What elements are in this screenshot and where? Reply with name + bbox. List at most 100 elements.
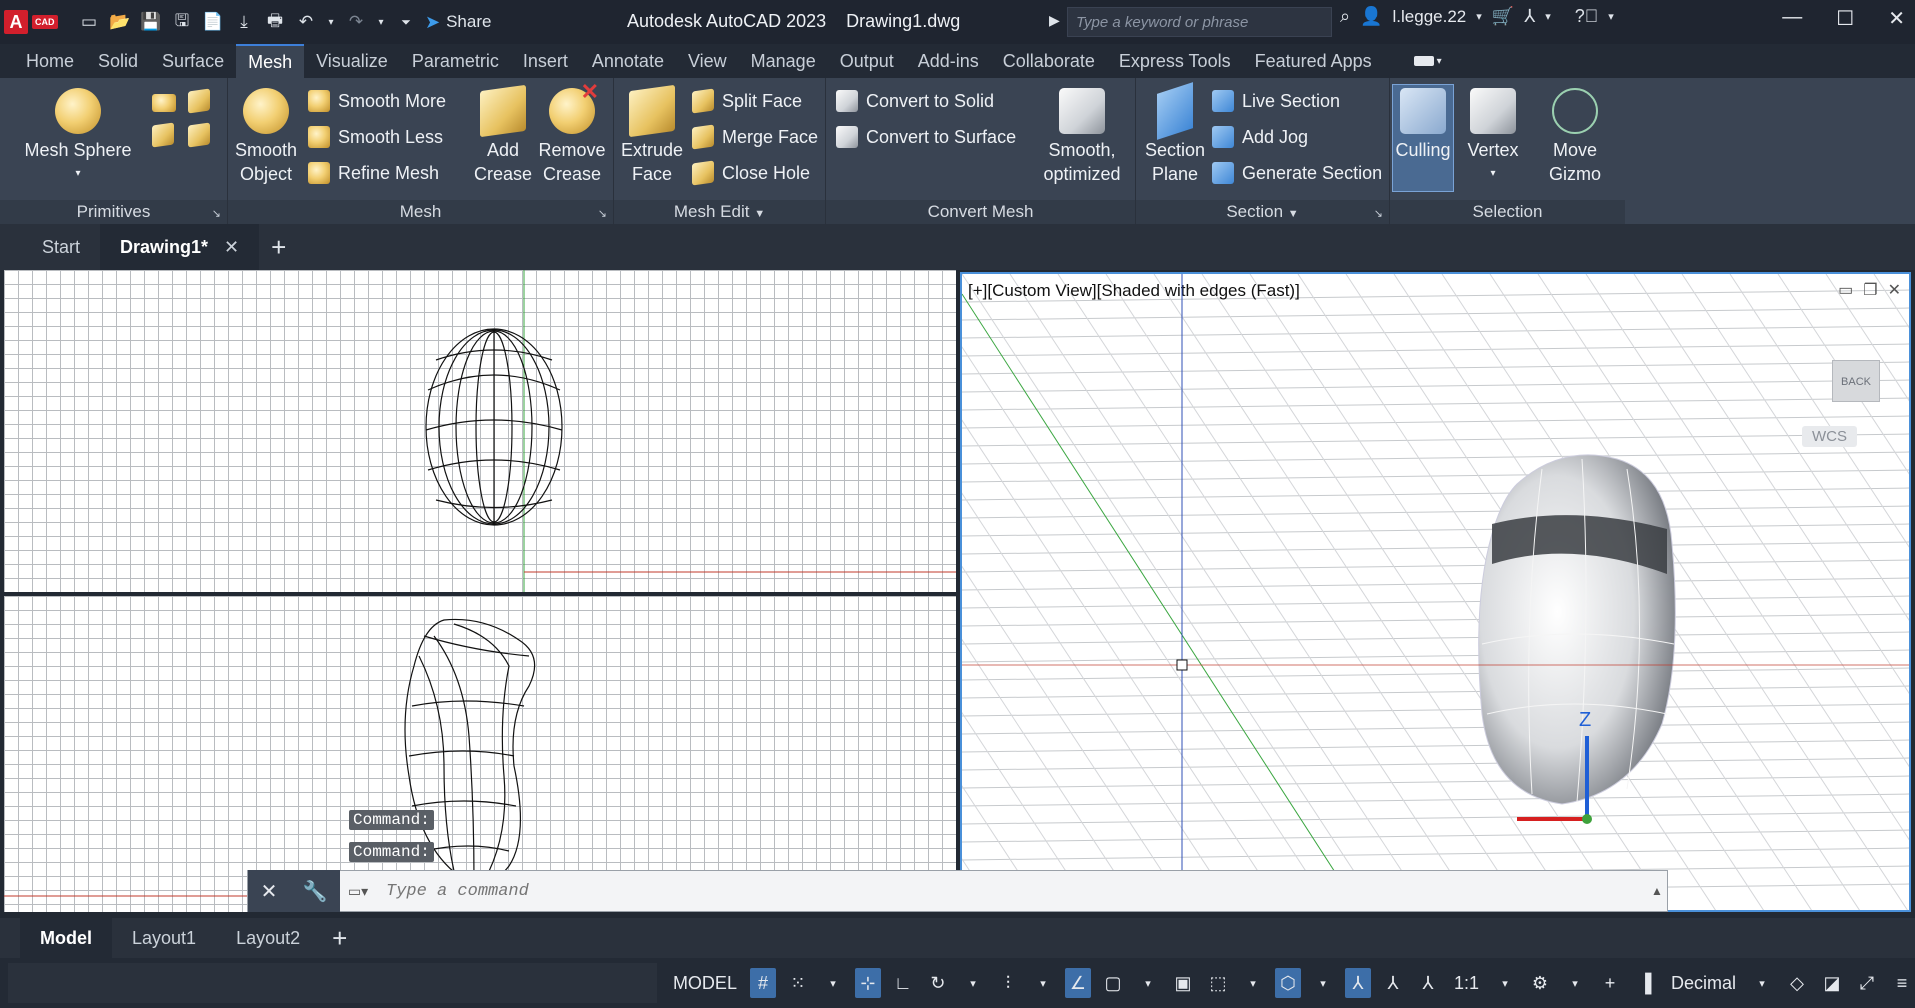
- polar-tracking-icon[interactable]: ↻: [925, 968, 951, 998]
- tab-drawing1[interactable]: Drawing1* ✕: [100, 224, 260, 270]
- generate-section-button[interactable]: Generate Section: [1212, 160, 1382, 186]
- quick-properties-icon[interactable]: ◇: [1784, 968, 1810, 998]
- ortho-icon[interactable]: ∟: [890, 968, 916, 998]
- convert-to-solid-button[interactable]: Convert to Solid: [836, 88, 994, 114]
- save-web-icon[interactable]: ⤓: [233, 11, 255, 33]
- selection-cycling-icon[interactable]: ⬚: [1205, 968, 1231, 998]
- live-section-button[interactable]: Live Section: [1212, 88, 1340, 114]
- culling-button[interactable]: Culling: [1394, 88, 1452, 162]
- tab-home[interactable]: Home: [14, 44, 86, 78]
- new-file-icon[interactable]: ▭: [78, 11, 100, 33]
- dynamic-input-icon[interactable]: ⊹: [854, 968, 881, 998]
- tab-model[interactable]: Model: [20, 918, 112, 958]
- help-dropdown-icon[interactable]: ▾: [1608, 10, 1614, 23]
- tab-start[interactable]: Start: [22, 224, 100, 270]
- remove-crease-button[interactable]: ✕ Remove Crease: [536, 80, 608, 186]
- undo-icon[interactable]: ↶: [295, 11, 317, 33]
- tab-featured-apps[interactable]: Featured Apps: [1243, 44, 1384, 78]
- selection-dropdown-icon[interactable]: ▾: [1240, 968, 1266, 998]
- tab-surface[interactable]: Surface: [150, 44, 236, 78]
- redo-icon[interactable]: ↷: [345, 11, 367, 33]
- search-input[interactable]: Type a keyword or phrase: [1067, 7, 1332, 37]
- refine-mesh-button[interactable]: Refine Mesh: [308, 160, 439, 186]
- mesh-box-button[interactable]: [152, 90, 176, 116]
- gizmo-icon[interactable]: ⬡: [1274, 968, 1301, 998]
- open-web-icon[interactable]: 📄: [202, 11, 224, 33]
- units-icon[interactable]: ▐: [1632, 968, 1658, 998]
- primitives-launcher-icon[interactable]: ↘: [212, 207, 221, 220]
- tab-collaborate[interactable]: Collaborate: [991, 44, 1107, 78]
- annotation-scale-icon[interactable]: ⅄: [1415, 968, 1441, 998]
- mesh-sphere-button[interactable]: Mesh Sphere ▾: [18, 88, 138, 186]
- smooth-optimized-button[interactable]: Smooth, optimized: [1034, 88, 1130, 186]
- cart-icon[interactable]: 🛒: [1492, 6, 1514, 27]
- command-prompt-icon[interactable]: ▭▾: [340, 883, 376, 900]
- search-icon[interactable]: ⌕: [1340, 6, 1350, 27]
- close-icon[interactable]: ✕: [1888, 6, 1905, 31]
- minimize-icon[interactable]: —: [1782, 6, 1802, 31]
- viewport-right-3d[interactable]: [+][Custom View][Shaded with edges (Fast…: [960, 272, 1911, 912]
- add-crease-button[interactable]: Add Crease: [472, 84, 534, 186]
- tab-layout1[interactable]: Layout1: [112, 918, 216, 958]
- command-input[interactable]: [386, 881, 1647, 901]
- search-expand-icon[interactable]: ▶: [1049, 12, 1060, 29]
- redo-dropdown-icon[interactable]: ▾: [376, 11, 386, 33]
- tab-express-tools[interactable]: Express Tools: [1107, 44, 1243, 78]
- graphics-performance-icon[interactable]: ◪: [1819, 968, 1845, 998]
- merge-face-button[interactable]: Merge Face: [692, 124, 818, 150]
- save-as-icon[interactable]: 🖫: [171, 11, 193, 33]
- object-snap-tracking-icon[interactable]: ∠: [1064, 968, 1091, 998]
- tab-output[interactable]: Output: [828, 44, 906, 78]
- annotation-monitor-icon[interactable]: +: [1597, 968, 1623, 998]
- convert-to-surface-button[interactable]: Convert to Surface: [836, 124, 1016, 150]
- username[interactable]: l.legge.22: [1393, 7, 1467, 27]
- tab-layout2[interactable]: Layout2: [216, 918, 320, 958]
- tab-insert[interactable]: Insert: [511, 44, 580, 78]
- section-plane-button[interactable]: Section Plane: [1140, 82, 1210, 186]
- close-hole-button[interactable]: Close Hole: [692, 160, 810, 186]
- split-face-button[interactable]: Split Face: [692, 88, 802, 114]
- smooth-more-button[interactable]: Smooth More: [308, 88, 446, 114]
- isodraft-dropdown-icon[interactable]: ▾: [1030, 968, 1056, 998]
- smooth-less-button[interactable]: Smooth Less: [308, 124, 443, 150]
- panel-label-mesh-edit[interactable]: Mesh Edit ▼: [614, 200, 825, 224]
- snap-icon[interactable]: ⁙: [785, 968, 811, 998]
- plot-icon[interactable]: 🖶: [264, 11, 286, 33]
- tab-visualize[interactable]: Visualize: [304, 44, 400, 78]
- section-launcher-icon[interactable]: ↘: [1374, 207, 1383, 220]
- model-space-button[interactable]: MODEL: [669, 968, 741, 998]
- ribbon-display-toggle[interactable]: ▾: [1413, 52, 1450, 70]
- scale-selector[interactable]: 1:1: [1450, 968, 1483, 998]
- edgesurf-button[interactable]: [188, 122, 210, 148]
- save-icon[interactable]: 💾: [140, 11, 162, 33]
- extrude-face-button[interactable]: Extrude Face: [618, 84, 686, 186]
- mesh-launcher-icon[interactable]: ↘: [598, 207, 607, 220]
- maximize-icon[interactable]: ☐: [1836, 6, 1854, 31]
- command-customize-icon[interactable]: 🔧: [303, 879, 328, 904]
- object-snap-icon[interactable]: ▢: [1100, 968, 1126, 998]
- command-history-toggle-icon[interactable]: ▲: [1647, 884, 1667, 898]
- open-folder-icon[interactable]: 📂: [109, 11, 131, 33]
- new-tab-icon[interactable]: +: [271, 232, 286, 263]
- scale-dropdown-icon[interactable]: ▾: [1492, 968, 1518, 998]
- undo-dropdown-icon[interactable]: ▾: [326, 11, 336, 33]
- viewport-top-left[interactable]: [4, 270, 956, 592]
- tab-add-ins[interactable]: Add-ins: [906, 44, 991, 78]
- user-dropdown-icon[interactable]: ▾: [1476, 10, 1482, 23]
- units-dropdown-icon[interactable]: ▾: [1749, 968, 1775, 998]
- smooth-object-button[interactable]: Smooth Object: [230, 88, 302, 186]
- autocad-logo[interactable]: A CAD: [4, 5, 68, 39]
- tab-mesh[interactable]: Mesh: [236, 44, 305, 78]
- tab-manage[interactable]: Manage: [739, 44, 828, 78]
- workspace-gear-icon[interactable]: ⚙: [1527, 968, 1553, 998]
- auto-scale-icon[interactable]: ⅄: [1380, 968, 1406, 998]
- panel-label-section[interactable]: Section ▼: [1136, 200, 1389, 224]
- gizmo-dropdown-icon[interactable]: ▾: [1310, 968, 1336, 998]
- grid-icon[interactable]: #: [749, 968, 776, 998]
- add-jog-button[interactable]: Add Jog: [1212, 124, 1308, 150]
- app-dropdown-icon[interactable]: ▾: [1545, 10, 1551, 23]
- object-snap-dropdown-icon[interactable]: ▾: [1135, 968, 1161, 998]
- command-close-icon[interactable]: ✕: [261, 879, 278, 904]
- user-icon[interactable]: 👤: [1360, 6, 1382, 27]
- customization-menu-icon[interactable]: ≡: [1889, 968, 1915, 998]
